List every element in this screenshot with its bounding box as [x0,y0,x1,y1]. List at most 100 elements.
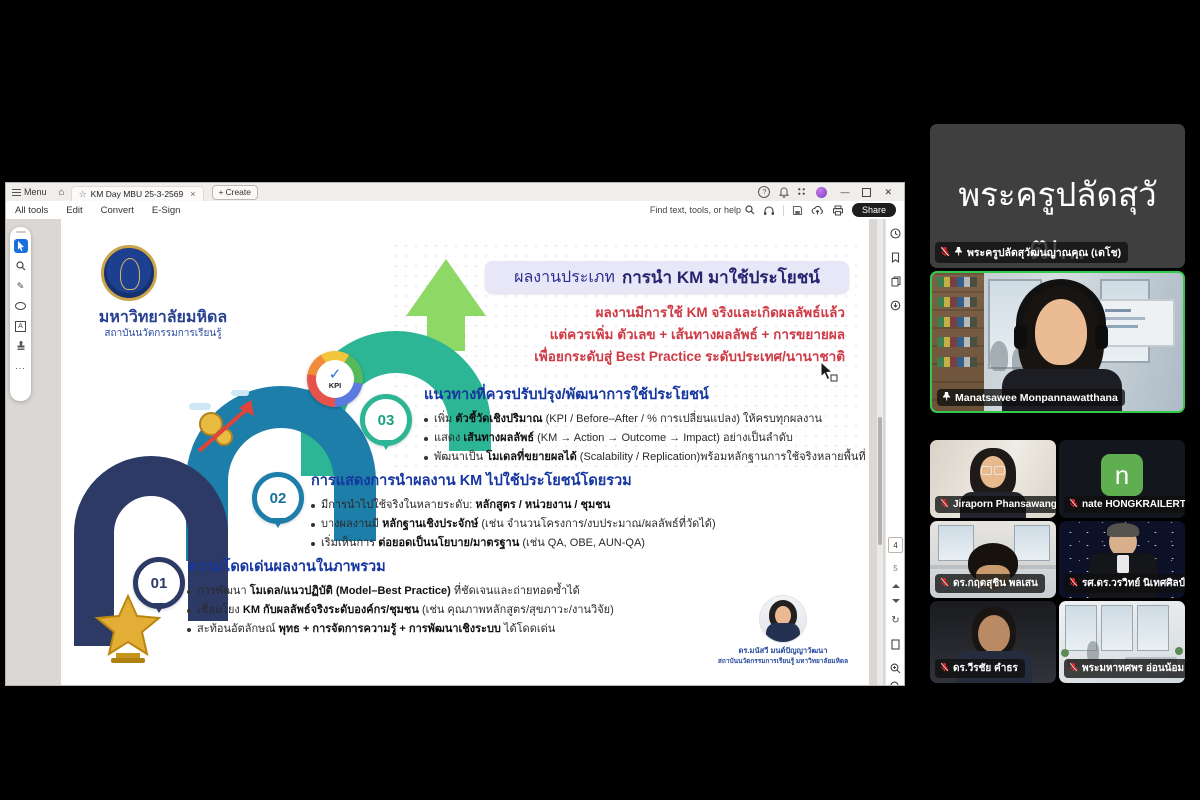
whiteboard [1097,299,1175,347]
bookmarks-icon[interactable] [889,251,902,264]
scrollbar-thumb[interactable] [878,417,882,545]
intro-line: ผลงานมีการใช้ KM จริงและเกิดผลลัพธ์แล้ว [345,301,845,323]
slide-page: ✓ KPI 03 02 01 มหาวิทยาลัยมหิดล สถาบันนว… [61,219,869,685]
university-logo [101,245,157,301]
participant-tile[interactable]: พระมหาทศพร อ่อนน้อม [1059,601,1185,683]
window-close-button[interactable]: ✕ [880,187,896,198]
slide-bullet: พัฒนาเป็น โมเดลที่ขยายผลได้ (Scalability… [424,448,869,467]
participant-name-bar: Manatsawee Monpannawatthana [937,389,1125,406]
participant-tile[interactable]: รศ.ดร.วรวิทย์ นิเทศศิลป์ [1059,521,1185,598]
favorite-star-icon[interactable]: ☆ [79,189,87,200]
apps-grid-icon[interactable] [798,188,807,197]
profile-avatar[interactable] [816,187,827,198]
participant-tile-spotlight[interactable]: พระครูปลัดสุวัฒ... พระครูปลัดสุวัฒนญาณคุ… [930,124,1185,268]
history-icon[interactable] [889,227,902,240]
slide-bullet: การพัฒนา โมเดล/แนวปฏิบัติ (Model–Best Pr… [187,582,687,601]
menu-label: Menu [24,187,47,197]
hamburger-icon [12,189,21,196]
mic-muted-icon [1069,498,1078,511]
mic-muted-icon [1069,577,1078,590]
menu-button[interactable]: Menu [6,183,53,201]
zoom-out-icon[interactable] [889,680,902,685]
minimize-button[interactable]: — [836,187,853,197]
read-aloud-headphones-icon[interactable] [763,205,775,216]
shape-tool[interactable] [14,299,28,313]
fit-page-icon[interactable] [889,638,902,651]
slide-bullet: เริ่มเห็นการ ต่อยอดเป็นนโยบาย/มาตรฐาน (เ… [311,534,781,553]
notifications-bell-icon[interactable] [779,187,789,198]
slide-bullet: มีการนำไปใช้จริงในหลายระดับ: หลักสูตร / … [311,496,781,515]
section-header: แนวทางที่ควรปรับปรุง/พัฒนาการใช้ประโยชน์ [424,383,869,406]
save-icon[interactable] [792,205,803,216]
section-01: ความโดดเด่นผลงานในภาพรวม การพัฒนา โมเดล/… [187,555,687,639]
next-page-button[interactable] [892,599,900,603]
participant-name: ดร.วีรชัย คำธร [953,661,1018,676]
section-header: การแสดงการนำผลงาน KM ไปใช้ประโยชน์โดยรวม [311,469,781,492]
presenter-photo [759,595,807,643]
toolbar-item-3[interactable]: E-Sign [143,205,190,216]
toolbar-item-1[interactable]: Edit [57,205,91,216]
plus-icon: + [219,187,224,197]
section-header: ความโดดเด่นผลงานในภาพรวม [187,555,687,578]
search-icon [745,205,755,215]
select-tool[interactable] [14,239,28,253]
page-thumbnails-icon[interactable] [889,275,902,288]
restore-button[interactable] [862,188,871,197]
acrobat-window: Menu ⌂ ☆ KM Day MBU 25-3-2569 × + Create… [5,182,905,686]
previous-page-button[interactable] [892,584,900,588]
slide-bullet: สะท้อนอัตลักษณ์ พุทธ + การจัดการความรู้ … [187,620,687,639]
rail-grip[interactable] [16,231,26,233]
participant-tile[interactable]: ดร.กฤตสุชิน พลเสน [930,521,1056,598]
quick-tools-rail: ✎ A ... [10,227,31,401]
find-field[interactable]: Find text, tools, or help [650,205,755,215]
right-panel-rail: 4 5 ↻ [885,219,904,685]
mic-muted-icon [1069,662,1078,675]
pen-tool[interactable]: ✎ [14,279,28,293]
step-badge-01: 01 [133,557,185,609]
cloud-upload-icon[interactable] [811,205,824,216]
participant-name-bar: พระมหาทศพร อ่อนน้อม [1064,659,1185,678]
presenter-org: สถาบันนวัตกรรมการเรียนรู้ มหาวิทยาลัยมหิ… [693,656,869,666]
pin-icon [942,391,951,404]
home-button[interactable]: ⌂ [53,183,71,201]
zoom-tool[interactable] [14,259,28,273]
zoom-in-icon[interactable] [889,662,902,675]
participant-tile-active-speaker[interactable]: Manatsawee Monpannawatthana [930,271,1185,413]
participant-name-bar: รศ.ดร.วรวิทย์ นิเทศศิลป์ [1064,574,1185,593]
help-icon[interactable]: ? [758,186,770,198]
participant-name-bar: nate HONGKRAILERT [1064,496,1185,513]
document-tab[interactable]: ☆ KM Day MBU 25-3-2569 × [71,186,204,202]
document-area: ✓ KPI 03 02 01 มหาวิทยาลัยมหิดล สถาบันนว… [6,219,904,685]
text-box-tool[interactable]: A [14,319,28,333]
share-button[interactable]: Share [852,203,896,217]
participant-tile[interactable]: Jiraporn Phansawang [930,440,1056,518]
mic-muted-icon [940,498,949,511]
org-subtitle: สถาบันนวัตกรรมการเรียนรู้ [83,326,243,341]
participant-name-bar: ดร.กฤตสุชิน พลเสน [935,574,1045,593]
export-pdf-icon[interactable] [889,299,902,312]
toolbar-item-0[interactable]: All tools [6,205,57,216]
participant-tile[interactable]: n nate HONGKRAILERT [1059,440,1185,518]
intro-line: เพื่อยกระดับสู่ Best Practice ระดับประเท… [345,345,845,367]
mic-muted-icon [940,246,950,260]
mic-muted-icon [940,662,949,675]
more-tools[interactable]: ... [14,359,28,373]
slide-bullet: เชื่อมโยง KM กับผลลัพธ์จริงระดับองค์กร/ช… [187,601,687,620]
tab-title: KM Day MBU 25-3-2569 [91,189,184,199]
home-icon: ⌂ [59,187,65,198]
participant-name: nate HONGKRAILERT [1082,499,1185,510]
participant-tile[interactable]: ดร.วีรชัย คำธร [930,601,1056,683]
toolbar-item-2[interactable]: Convert [92,205,143,216]
intro-line: แต่ควรเพิ่ม ตัวเลข + เส้นทางผลลัพธ์ + กา… [345,323,845,345]
section-02: การแสดงการนำผลงาน KM ไปใช้ประโยชน์โดยรวม… [311,469,781,553]
create-button[interactable]: + Create [212,185,258,200]
screen: Menu ⌂ ☆ KM Day MBU 25-3-2569 × + Create… [0,0,1200,800]
mic-muted-icon [940,577,949,590]
page-number-input[interactable]: 4 [888,537,903,553]
stamp-tool[interactable] [14,339,28,353]
rotate-page-icon[interactable]: ↻ [889,614,902,627]
print-icon[interactable] [832,205,844,216]
initial-avatar: n [1101,454,1143,496]
tab-close-icon[interactable]: × [190,189,195,199]
step-badge-02: 02 [252,472,304,524]
